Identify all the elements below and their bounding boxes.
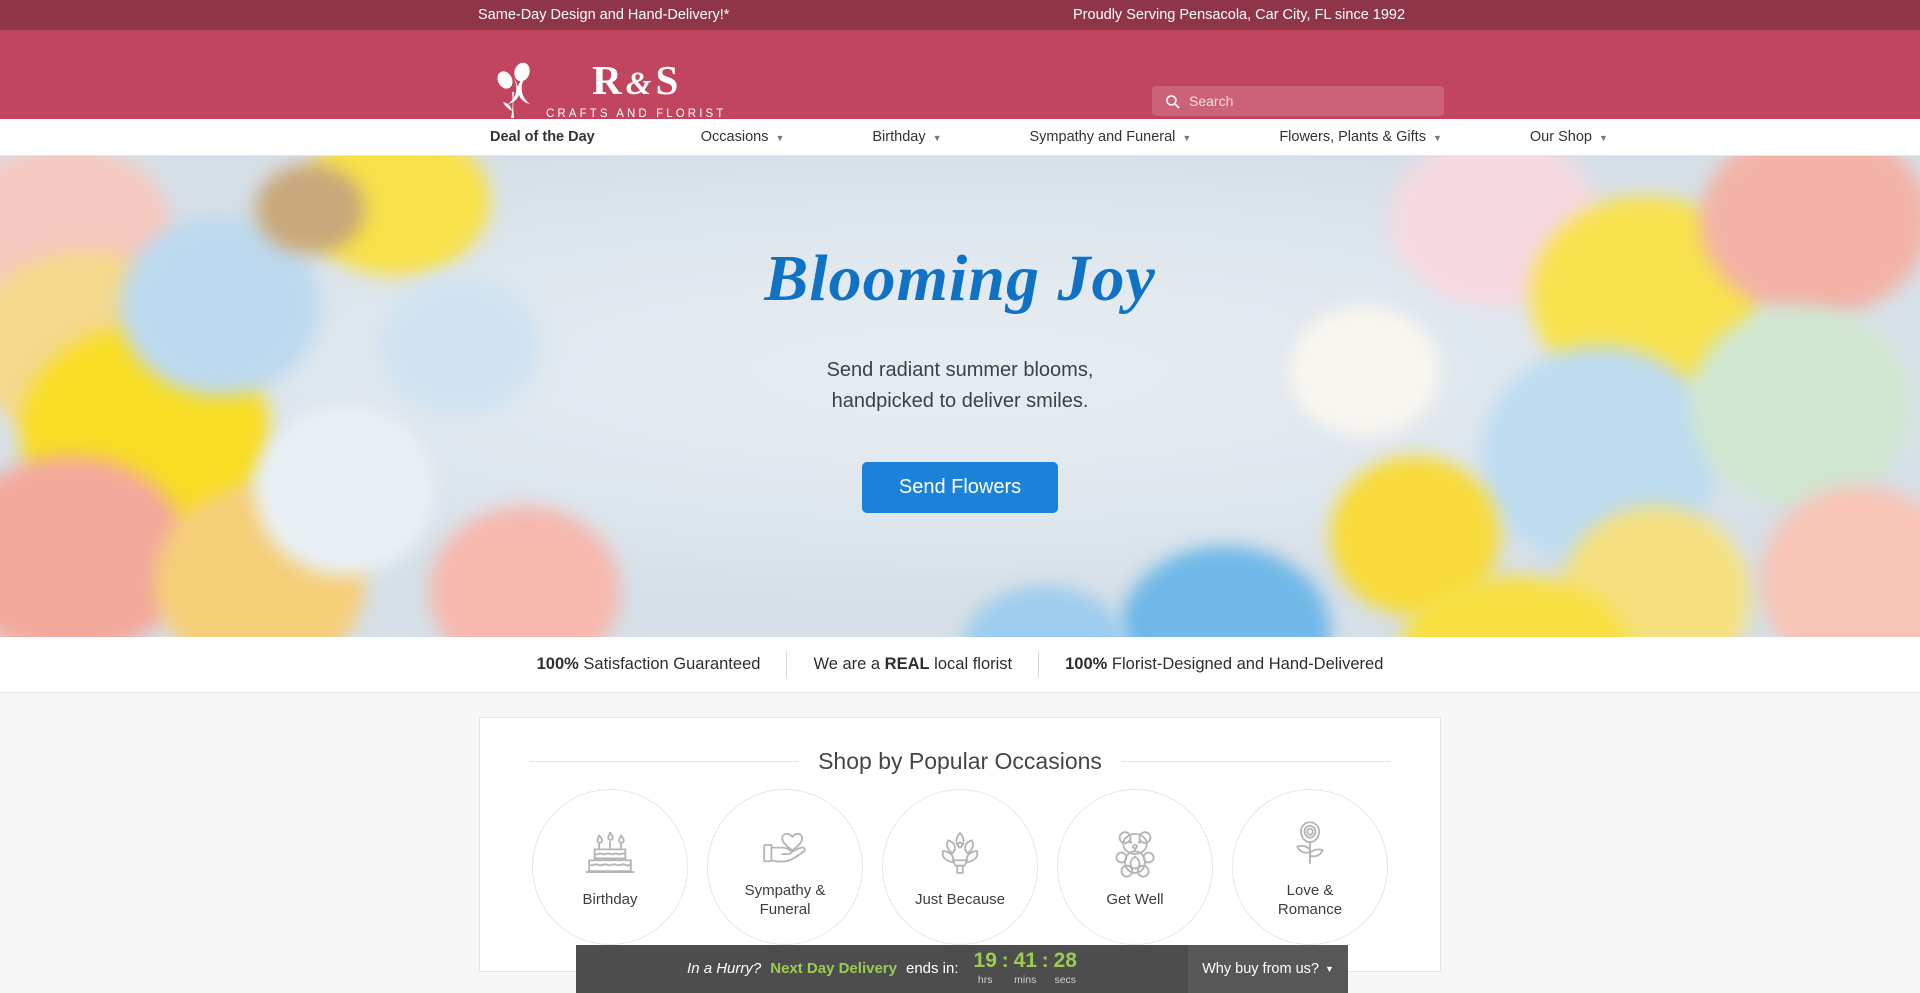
announcement-bar: Same-Day Design and Hand-Delivery!* Prou…	[0, 0, 1920, 30]
bouquet-icon	[941, 832, 979, 875]
nav-item-flowers-plants-gifts[interactable]: Flowers, Plants & Gifts ▼	[1279, 129, 1442, 145]
search-input[interactable]	[1189, 93, 1431, 109]
hero-subtitle: Send radiant summer blooms, handpicked t…	[827, 355, 1094, 417]
nav-label: Birthday	[872, 129, 926, 145]
nav-label: Flowers, Plants & Gifts	[1279, 129, 1426, 145]
countdown-clock: 19 hrs : 41 mins : 28 secs	[973, 949, 1077, 986]
occasions-row: Birthday Sympathy & Funeral Just Because…	[510, 789, 1410, 945]
chevron-down-icon: ▼	[932, 133, 942, 143]
main-navigation: Deal of the Day Occasions ▼ Birthday ▼ S…	[0, 119, 1920, 156]
occasion-card-sympathy-funeral[interactable]: Sympathy & Funeral	[707, 789, 863, 945]
popular-occasions-panel: Shop by Popular Occasions Birthday Sympa…	[479, 717, 1441, 972]
trust-strong: 100%	[536, 655, 579, 673]
countdown-secs-value: 28	[1053, 949, 1077, 973]
chevron-down-icon: ▼	[1182, 133, 1192, 143]
trust-lead: We are a	[813, 655, 885, 673]
hero-subtitle-line-1: Send radiant summer blooms,	[826, 359, 1094, 381]
occasion-label: Sympathy & Funeral	[744, 882, 826, 918]
countdown-hours-caption: hrs	[977, 973, 993, 986]
chevron-down-icon: ▼	[1432, 133, 1442, 143]
search-box[interactable]	[1152, 86, 1444, 116]
trust-item-satisfaction: 100% Satisfaction Guaranteed	[511, 655, 787, 674]
countdown-mins: 41 mins	[1013, 949, 1037, 986]
occasion-card-just-because[interactable]: Just Because	[882, 789, 1038, 945]
occasion-label: Love & Romance	[1277, 882, 1343, 918]
hero-banner: Blooming Joy Send radiant summer blooms,…	[0, 156, 1920, 637]
birthday-cake-icon	[585, 832, 635, 874]
nav-label: Deal of the Day	[490, 129, 595, 145]
occasion-card-love-romance[interactable]: Love & Romance	[1232, 789, 1388, 945]
nav-label: Our Shop	[1529, 129, 1592, 145]
nav-item-deal-of-the-day[interactable]: Deal of the Day	[490, 129, 595, 145]
occasion-label: Get Well	[1106, 891, 1164, 909]
announcement-right-text: Proudly Serving Pensacola, Car City, FL …	[1073, 7, 1406, 23]
nav-item-sympathy-and-funeral[interactable]: Sympathy and Funeral ▼	[1030, 129, 1192, 145]
hero-title: Blooming Joy	[764, 242, 1156, 315]
trust-strong: REAL	[884, 655, 930, 673]
divider	[530, 761, 799, 762]
countdown-hurry-label: In a Hurry?	[687, 959, 762, 977]
countdown-hours-value: 19	[973, 949, 997, 973]
panel-header: Shop by Popular Occasions	[510, 748, 1410, 775]
trust-strong: 100%	[1065, 655, 1108, 673]
countdown-bar: In a Hurry? Next Day Delivery ends in: 1…	[576, 945, 1348, 993]
occasion-card-get-well[interactable]: Get Well	[1057, 789, 1213, 945]
search-icon	[1166, 94, 1180, 108]
occasion-label: Birthday	[582, 891, 638, 909]
trust-bar: 100% Satisfaction Guaranteed We are a RE…	[0, 637, 1920, 693]
trust-item-florist-designed: 100% Florist-Designed and Hand-Delivered	[1039, 655, 1409, 674]
countdown-separator: :	[1041, 950, 1049, 973]
countdown-ends-label: ends in:	[905, 959, 959, 977]
countdown-mins-value: 41	[1013, 949, 1037, 973]
trust-rest: local florist	[929, 655, 1013, 673]
why-buy-from-us-button[interactable]: Why buy from us? ▼	[1188, 945, 1348, 993]
hand-heart-icon	[763, 833, 806, 863]
send-flowers-button[interactable]: Send Flowers	[861, 462, 1059, 513]
logo-initials: R&S	[592, 57, 681, 103]
chevron-down-icon: ▼	[775, 133, 785, 143]
nav-label: Occasions	[700, 129, 769, 145]
site-logo[interactable]: R&S CRAFTS AND FLORIST	[490, 58, 726, 120]
countdown-secs-caption: secs	[1054, 973, 1077, 986]
countdown-secs: 28 secs	[1053, 949, 1077, 986]
occasion-label: Just Because	[914, 891, 1006, 909]
chevron-down-icon: ▼	[1324, 964, 1334, 974]
page-title: Shop by Popular Occasions	[818, 748, 1102, 774]
countdown-hours: 19 hrs	[973, 949, 997, 986]
chevron-down-icon: ▼	[1598, 133, 1608, 143]
countdown-mins-caption: mins	[1014, 973, 1037, 986]
divider	[1121, 761, 1391, 762]
nav-item-our-shop[interactable]: Our Shop ▼	[1530, 129, 1608, 145]
countdown-main: In a Hurry? Next Day Delivery ends in: 1…	[576, 945, 1188, 993]
nav-item-birthday[interactable]: Birthday ▼	[872, 129, 941, 145]
occasion-card-birthday[interactable]: Birthday	[532, 789, 688, 945]
why-buy-label: Why buy from us?	[1202, 961, 1319, 977]
brand-header: R&S CRAFTS AND FLORIST	[0, 30, 1920, 120]
announcement-left-text: Same-Day Design and Hand-Delivery!*	[478, 7, 730, 23]
trust-rest: Satisfaction Guaranteed	[578, 655, 761, 673]
countdown-separator: :	[1001, 950, 1009, 973]
nav-item-occasions[interactable]: Occasions ▼	[701, 129, 785, 145]
trust-item-real-local-florist: We are a REAL local florist	[787, 655, 1038, 674]
nav-label: Sympathy and Funeral	[1029, 129, 1176, 145]
trust-rest: Florist-Designed and Hand-Delivered	[1107, 655, 1384, 673]
floral-logo-icon	[497, 62, 530, 118]
teddy-bear-icon	[1115, 831, 1155, 878]
countdown-offer-label: Next Day Delivery	[770, 959, 897, 977]
hero-subtitle-line-2: handpicked to deliver smiles.	[831, 390, 1089, 412]
rose-icon	[1296, 821, 1324, 865]
